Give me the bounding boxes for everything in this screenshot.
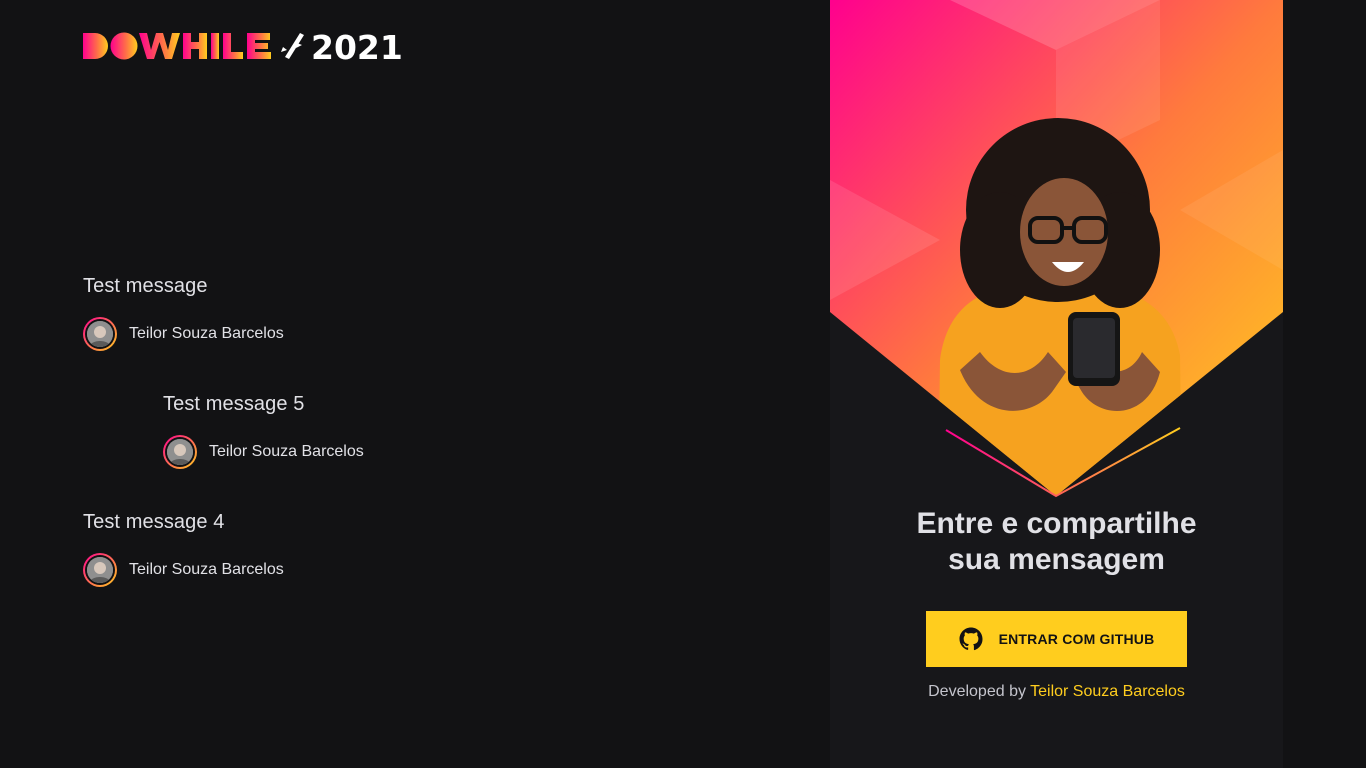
avatar-photo bbox=[87, 557, 113, 583]
login-panel: Entre e compartilhe sua mensagem ENTRAR … bbox=[830, 0, 1283, 768]
credit-prefix: Developed by bbox=[928, 683, 1026, 700]
github-login-label: ENTRAR COM GITHUB bbox=[998, 631, 1155, 647]
github-login-button[interactable]: ENTRAR COM GITHUB bbox=[926, 611, 1187, 667]
avatar bbox=[83, 317, 117, 351]
app-root: 2021 Test message Teilor Souza Barcelos … bbox=[0, 0, 1366, 768]
message-item: Test message 5 Teilor Souza Barcelos bbox=[163, 388, 364, 469]
message-author: Teilor Souza Barcelos bbox=[83, 553, 284, 587]
login-title: Entre e compartilhe sua mensagem bbox=[830, 506, 1283, 578]
author-name: Teilor Souza Barcelos bbox=[129, 325, 284, 342]
avatar bbox=[163, 435, 197, 469]
hero-banner bbox=[830, 0, 1283, 500]
hero-illustration bbox=[830, 0, 1283, 498]
login-title-line1: Entre e compartilhe bbox=[916, 507, 1197, 540]
message-wall: 2021 Test message Teilor Souza Barcelos … bbox=[0, 0, 830, 768]
avatar bbox=[83, 553, 117, 587]
message-text: Test message 4 bbox=[83, 511, 225, 533]
message-author: Teilor Souza Barcelos bbox=[83, 317, 284, 351]
message-item: Test message Teilor Souza Barcelos bbox=[83, 270, 284, 351]
avatar-photo bbox=[87, 321, 113, 347]
message-text: Test message 5 bbox=[163, 393, 305, 415]
dowhile-logo: 2021 bbox=[83, 28, 413, 64]
svg-text:2021: 2021 bbox=[311, 28, 403, 64]
avatar-photo bbox=[167, 439, 193, 465]
credit-author-link[interactable]: Teilor Souza Barcelos bbox=[1030, 683, 1185, 700]
login-title-line2: sua mensagem bbox=[948, 543, 1165, 576]
message-author: Teilor Souza Barcelos bbox=[163, 435, 364, 469]
github-icon bbox=[959, 627, 983, 651]
message-text: Test message bbox=[83, 275, 208, 297]
author-name: Teilor Souza Barcelos bbox=[209, 443, 364, 460]
developer-credit: Developed by Teilor Souza Barcelos bbox=[830, 683, 1283, 701]
author-name: Teilor Souza Barcelos bbox=[129, 561, 284, 578]
message-item: Test message 4 Teilor Souza Barcelos bbox=[83, 506, 284, 587]
dowhile-logo-image: 2021 bbox=[83, 28, 403, 64]
